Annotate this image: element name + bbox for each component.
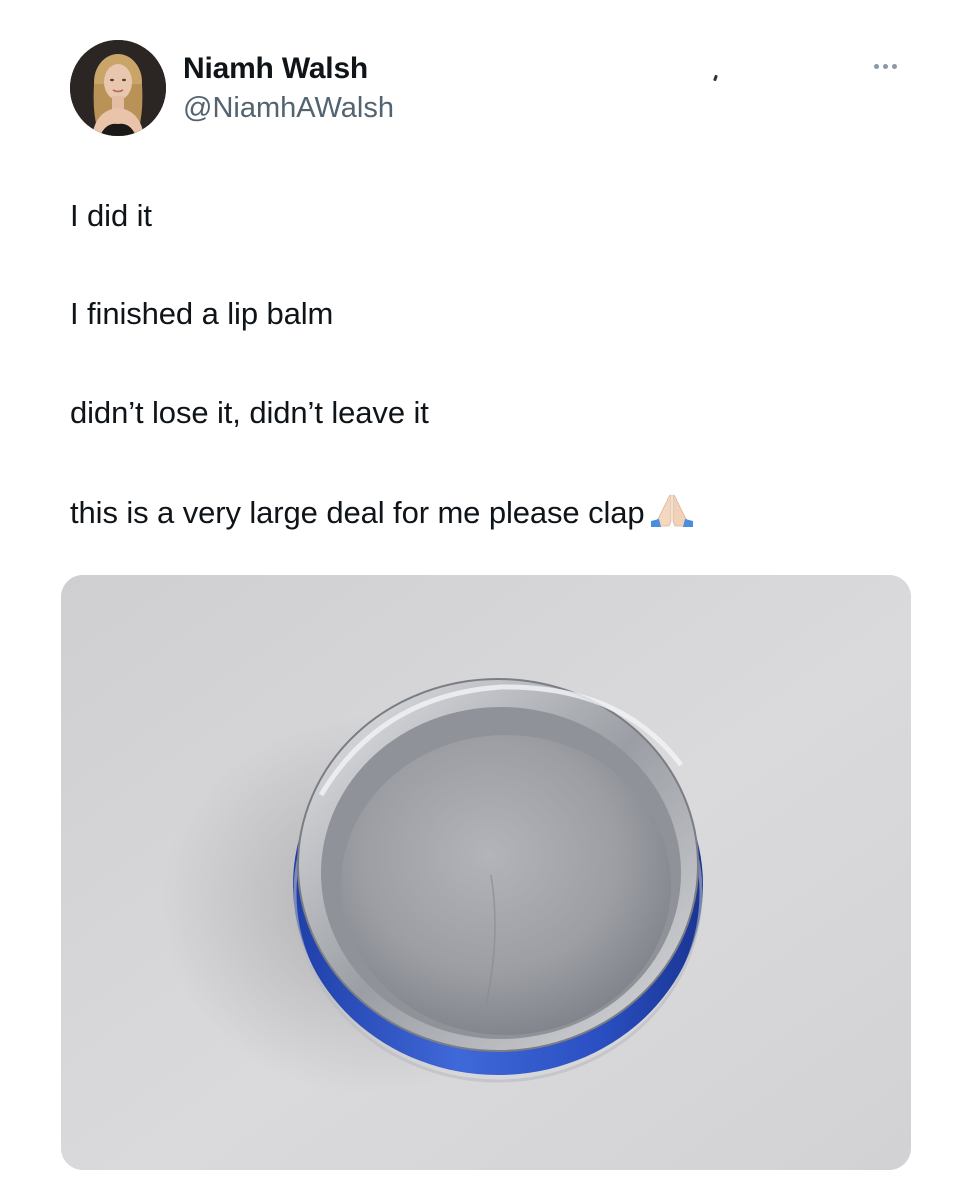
tweet-card: Niamh Walsh @NiamhAWalsh I did it I fini… bbox=[0, 0, 971, 1200]
tweet-text-line: I did it bbox=[70, 198, 152, 233]
empty-lip-balm-tin-photo bbox=[61, 575, 911, 1170]
tweet-photo[interactable] bbox=[61, 575, 911, 1170]
ellipsis-icon bbox=[873, 63, 879, 69]
tweet-text-line: didn’t lose it, didn’t leave it bbox=[70, 395, 429, 430]
ellipsis-dot bbox=[891, 63, 897, 69]
avatar[interactable] bbox=[70, 40, 166, 136]
more-options-button[interactable] bbox=[865, 56, 905, 76]
profile-photo bbox=[70, 40, 166, 136]
tweet-text-line-with-emoji: this is a very large deal for me please … bbox=[70, 493, 693, 536]
author-name[interactable]: Niamh Walsh bbox=[183, 52, 368, 86]
folded-hands-emoji bbox=[650, 493, 693, 536]
stray-mark bbox=[713, 74, 718, 82]
ellipsis-dot bbox=[882, 63, 888, 69]
tweet-text-line: this is a very large deal for me please … bbox=[70, 495, 645, 530]
tweet-text-line: I finished a lip balm bbox=[70, 296, 334, 331]
author-handle[interactable]: @NiamhAWalsh bbox=[183, 92, 394, 125]
